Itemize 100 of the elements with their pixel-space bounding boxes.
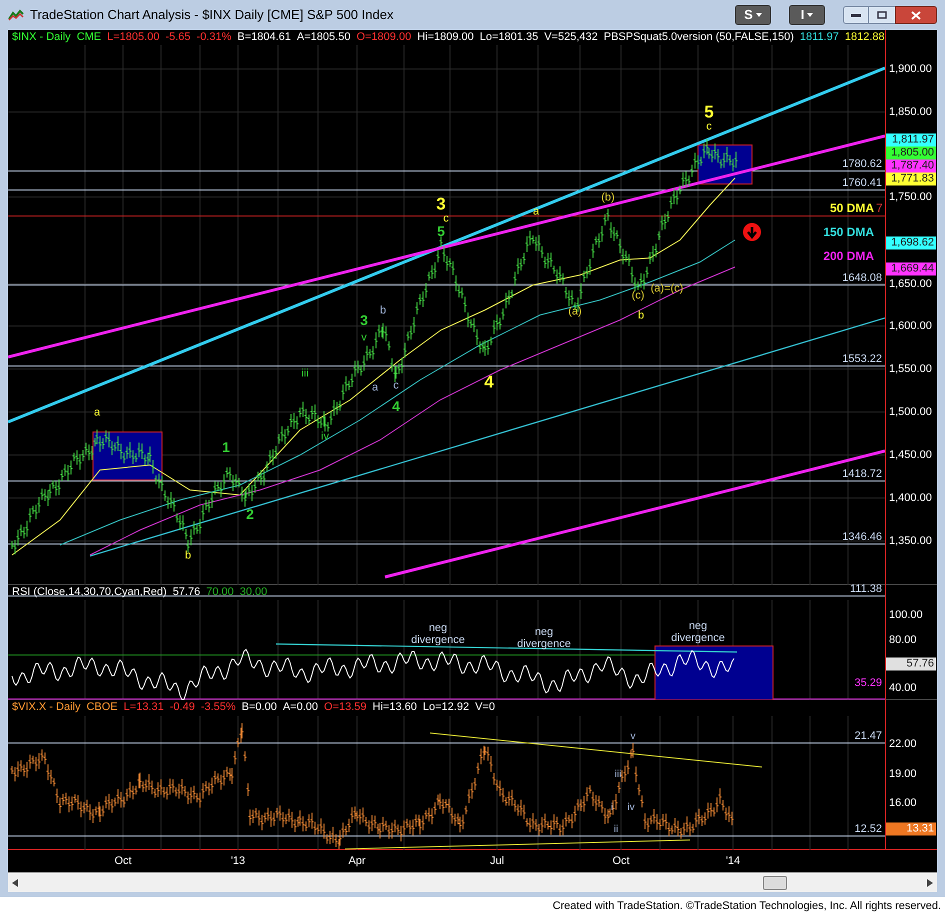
wave-label: (a)	[568, 306, 582, 318]
wave-label: v	[630, 732, 636, 742]
axis-tick-label: 1,350.00	[889, 535, 932, 547]
wave-label: b	[638, 310, 644, 322]
scroll-right-icon[interactable]	[927, 878, 933, 886]
wave-label: (b)	[601, 192, 615, 204]
price-badge: 1,811.97	[886, 134, 936, 146]
level-label: 35.29	[854, 677, 882, 689]
menu-dropdown-button[interactable]: S	[735, 5, 771, 25]
indicator-value: 30.00	[240, 586, 268, 599]
axis-tick-label: 16.00	[889, 797, 917, 809]
wave-label: 5	[704, 104, 714, 120]
wave-label: i	[610, 803, 614, 813]
maximize-icon	[877, 11, 887, 19]
level-label: 21.47	[854, 730, 882, 742]
axis-tick-label: 80.00	[889, 634, 917, 646]
price-badge: 1,771.83	[886, 172, 936, 186]
wave-label: b	[380, 306, 386, 316]
wave-label: (c)	[632, 290, 644, 302]
quote-field: CBOE	[86, 701, 118, 714]
wave-label: 5	[437, 224, 445, 238]
window-title: TradeStation Chart Analysis - $INX Daily [CME] S&P 500 Index	[30, 6, 394, 24]
wave-label: 1	[222, 440, 230, 454]
date-axis-label: Oct	[114, 855, 132, 867]
level-label: 1780.62	[842, 158, 882, 170]
divergence-note: neg divergence	[670, 620, 726, 644]
quote-field: -0.49	[170, 701, 195, 714]
axis-tick-label: 1,650.00	[889, 278, 932, 290]
price-badge: 1,787.40	[886, 160, 936, 172]
divergence-note: neg divergence	[516, 626, 572, 650]
date-axis-label: Oct	[612, 855, 630, 867]
date-axis-label: '13	[230, 855, 246, 867]
quote-field: -0.31%	[196, 31, 232, 44]
scroll-left-icon[interactable]	[12, 878, 18, 886]
wave-label: 2	[246, 507, 254, 521]
quote-field: -3.55%	[200, 701, 236, 714]
quote-field: CME	[76, 31, 102, 44]
quote-field: 1811.97	[800, 31, 839, 44]
quote-field: L=13.31	[124, 701, 164, 714]
wave-label: a	[372, 382, 378, 394]
axis-tick-label: 40.00	[889, 682, 917, 694]
scrollbar-thumb[interactable]	[763, 876, 787, 890]
axis-tick-label: 1,450.00	[889, 449, 932, 461]
quote-field: $INX - Daily	[12, 31, 71, 44]
price-badge: 1,805.00	[886, 146, 936, 160]
date-axis-label: Jul	[490, 855, 504, 867]
wave-label: 4	[392, 399, 400, 413]
wave-label: (a)=(c)	[650, 284, 684, 294]
price-badge: 1,698.62	[886, 236, 936, 250]
axis-tick-label: 1,500.00	[889, 406, 932, 418]
close-icon	[911, 10, 921, 20]
wave-label: v	[361, 332, 367, 344]
level-label: 1553.22	[842, 353, 882, 365]
indicator-value: 57.76	[172, 586, 200, 599]
wave-label: iii	[614, 770, 622, 780]
indicator-value: RSI (Close,14,30,70,Cyan,Red)	[12, 586, 167, 599]
caret-icon	[756, 13, 762, 17]
quote-field: L=1805.00	[107, 31, 160, 44]
quote-field: V=0	[475, 701, 495, 714]
maximize-button[interactable]	[869, 6, 895, 24]
axis-tick-label: 100.00	[889, 609, 923, 621]
quote-field: PBSPSquat5.0version (50,FALSE,150)	[604, 31, 794, 44]
level-label: 1648.08	[842, 272, 882, 284]
price-badge: 1,669.44	[886, 262, 936, 276]
quote-field: A=1805.50	[296, 31, 350, 44]
quote-field: V=525,432	[544, 31, 598, 44]
wave-label: 3	[360, 313, 368, 327]
quote-field: 1812.88	[844, 31, 885, 44]
level-label: 1760.41	[842, 177, 882, 189]
quote-field: O=13.59	[324, 701, 367, 714]
quote-field: $VIX.X - Daily	[12, 701, 80, 714]
wave-label: 3	[436, 196, 446, 212]
wave-label: iii	[301, 368, 309, 380]
indicator-value: 70.00	[206, 586, 234, 599]
date-axis-label: Apr	[348, 855, 366, 867]
axis-tick-label: 1,900.00	[889, 63, 932, 75]
rsi-value-badge: 57.76	[886, 658, 936, 670]
quote-field: Hi=13.60	[372, 701, 417, 714]
minimize-icon	[851, 13, 861, 17]
wave-label: c	[393, 380, 399, 392]
level-label: 111.38	[850, 583, 882, 595]
moving-average-label: 200 DMA	[823, 250, 874, 262]
wave-label: 4	[484, 374, 494, 390]
horizontal-scrollbar[interactable]	[8, 872, 937, 892]
close-button[interactable]	[895, 6, 937, 24]
axis-tick-label: 1,750.00	[889, 191, 932, 203]
level-label: 12.52	[854, 823, 882, 835]
axis-tick-label: 1,850.00	[889, 106, 932, 118]
quote-field: Hi=1809.00	[417, 31, 474, 44]
menu-dropdown-button[interactable]: I	[789, 5, 825, 25]
axis-tick-label: 1,400.00	[889, 492, 932, 504]
minimize-button[interactable]	[843, 6, 869, 24]
wave-label: iv	[321, 432, 329, 442]
quote-field: A=0.00	[282, 701, 318, 714]
caret-icon	[807, 13, 814, 17]
cut-price-label: 7	[876, 202, 883, 214]
axis-tick-label: 1,550.00	[889, 363, 932, 375]
chart-app-icon	[8, 9, 24, 21]
wave-label: ii	[614, 825, 618, 835]
quote-field: Lo=12.92	[422, 701, 470, 714]
